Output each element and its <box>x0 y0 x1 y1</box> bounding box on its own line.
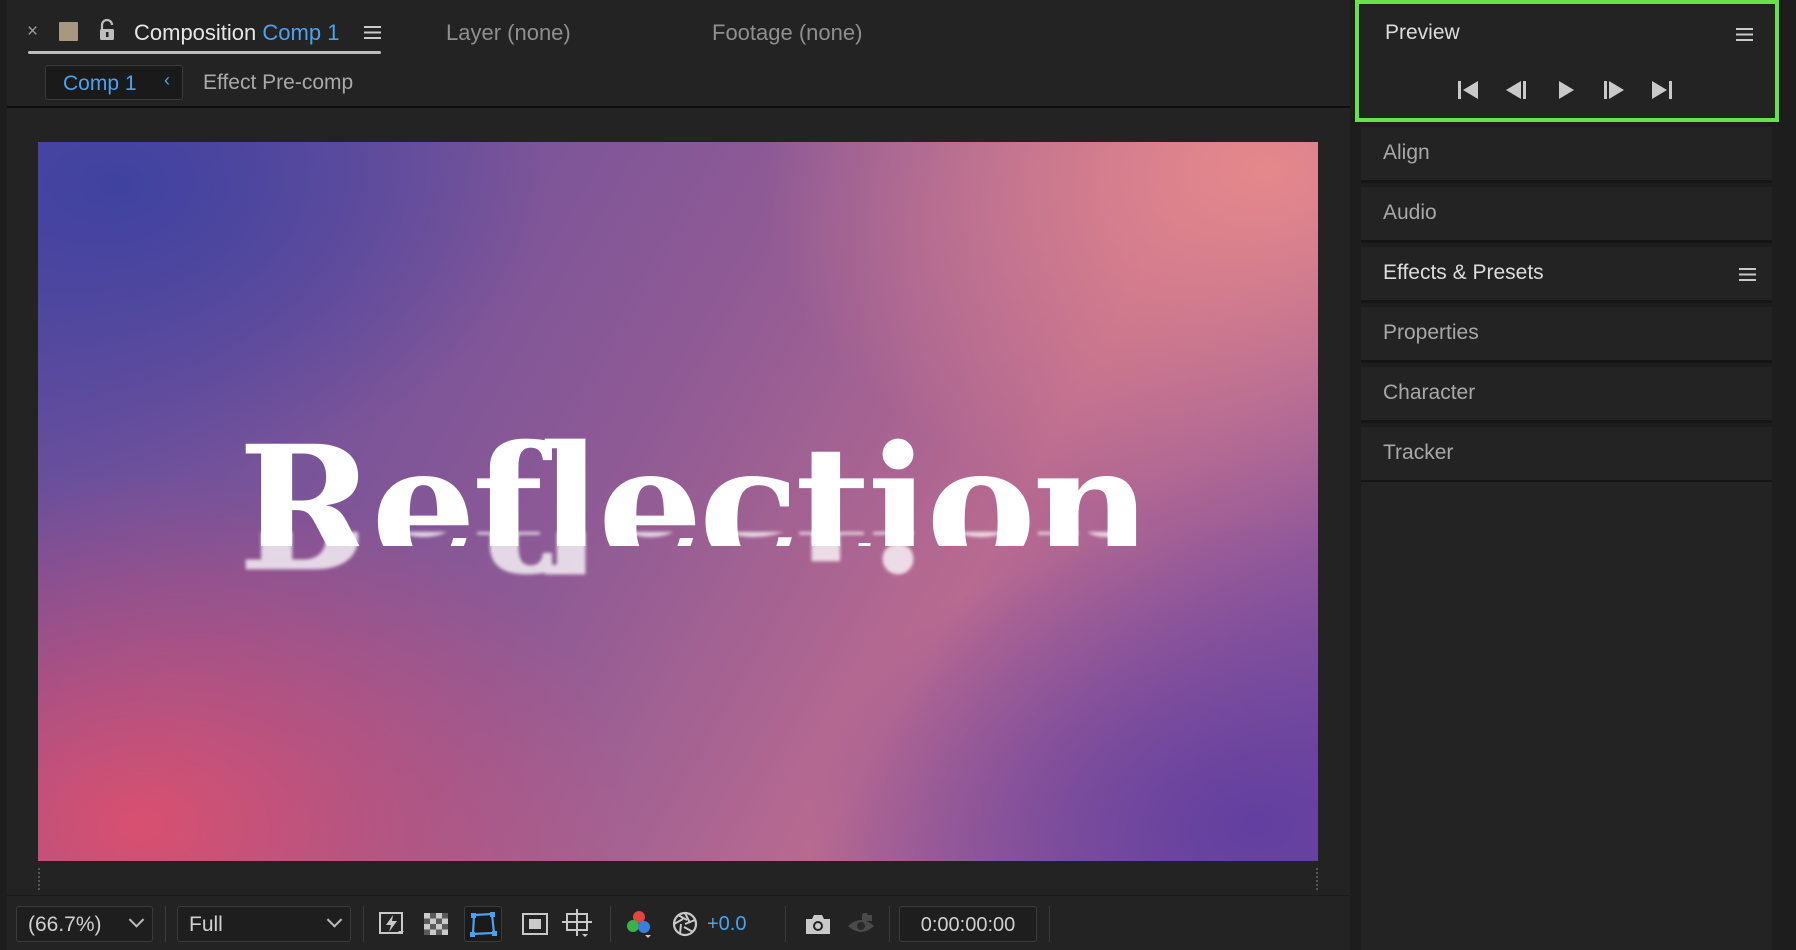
reflection-text: Reflection <box>238 532 1148 592</box>
canvas-title-text: Reflection <box>38 406 1318 547</box>
panel-menu-icon[interactable] <box>364 25 381 40</box>
first-frame-icon[interactable] <box>1455 77 1481 103</box>
transparency-grid-icon[interactable] <box>421 909 451 939</box>
mask-path-visibility-icon[interactable] <box>464 906 502 942</box>
current-time-display[interactable]: 0:00:00:00 <box>899 906 1037 942</box>
resolution-value: Full <box>189 913 223 936</box>
toolbar-divider <box>889 906 890 942</box>
audio-panel-title: Audio <box>1383 201 1437 224</box>
snapshot-camera-icon[interactable] <box>803 909 833 939</box>
fast-previews-icon[interactable] <box>377 909 407 939</box>
empty-panel-area <box>1361 482 1772 950</box>
align-panel[interactable]: Align <box>1361 127 1772 183</box>
toolbar-divider <box>610 906 611 942</box>
panel-tab-bar: × Composition Comp 1 Layer (none) Footag… <box>7 0 1350 62</box>
chevron-left-icon[interactable]: ‹ <box>164 70 170 91</box>
region-of-interest-icon[interactable] <box>520 909 550 939</box>
show-snapshot-icon[interactable] <box>846 909 876 939</box>
close-tab-button[interactable]: × <box>27 22 38 42</box>
comp-color-swatch[interactable] <box>59 22 78 41</box>
properties-panel[interactable]: Properties <box>1361 307 1772 363</box>
effects-presets-panel-title: Effects & Presets <box>1383 261 1544 284</box>
align-panel-title: Align <box>1383 141 1430 164</box>
toolbar-divider <box>1049 906 1050 942</box>
reset-exposure-icon[interactable] <box>670 909 700 939</box>
breadcrumb-next-comp[interactable]: Effect Pre-comp <box>203 71 353 95</box>
viewer-toolbar: (66.7%) Full +0.0 0:00:00:00 <box>7 895 1350 950</box>
title-text: Reflection <box>238 409 1152 547</box>
exposure-value[interactable]: +0.0 <box>707 913 746 936</box>
channel-icon[interactable] <box>625 909 655 939</box>
tab-footage[interactable]: Footage (none) <box>712 20 862 46</box>
unlock-icon[interactable] <box>97 18 119 42</box>
toolbar-divider <box>165 906 166 942</box>
tracker-panel-title: Tracker <box>1383 441 1454 464</box>
character-panel-title: Character <box>1383 381 1476 404</box>
last-frame-icon[interactable] <box>1649 77 1675 103</box>
resolution-dropdown[interactable]: Full <box>177 906 351 942</box>
composition-panel: × Composition Comp 1 Layer (none) Footag… <box>7 0 1350 950</box>
previous-frame-icon[interactable] <box>1503 77 1529 103</box>
tab-composition-name: Comp 1 <box>262 20 340 45</box>
tracker-panel[interactable]: Tracker <box>1361 427 1772 483</box>
breadcrumb-current-comp[interactable]: Comp 1 <box>45 65 183 100</box>
canvas-reflection: Reflection <box>38 532 1318 592</box>
preview-panel: Preview <box>1355 0 1779 122</box>
zoom-dropdown[interactable]: (66.7%) <box>16 906 153 942</box>
composition-breadcrumb: Comp 1 ‹ Effect Pre-comp <box>7 62 1350 108</box>
tab-composition[interactable]: Composition Comp 1 <box>134 20 339 46</box>
active-tab-underline <box>28 51 381 54</box>
right-panel-column: Preview Align Audio Effects & Presets Pr <box>1355 0 1796 950</box>
panel-menu-icon[interactable] <box>1736 27 1753 42</box>
canvas-resize-handle-left[interactable] <box>38 868 42 890</box>
preview-panel-title[interactable]: Preview <box>1385 21 1460 45</box>
properties-panel-title: Properties <box>1383 321 1479 344</box>
tab-layer[interactable]: Layer (none) <box>446 20 571 46</box>
zoom-value: (66.7%) <box>28 913 102 936</box>
grid-guides-icon[interactable] <box>562 909 592 939</box>
composition-viewer[interactable]: Reflection Reflection <box>7 108 1350 895</box>
canvas-resize-handle-right[interactable] <box>1316 868 1320 890</box>
chevron-down-icon <box>326 912 343 928</box>
next-frame-icon[interactable] <box>1601 77 1627 103</box>
panel-menu-icon[interactable] <box>1739 267 1756 282</box>
audio-panel[interactable]: Audio <box>1361 187 1772 243</box>
play-icon[interactable] <box>1553 77 1579 103</box>
chevron-down-icon <box>128 912 145 928</box>
tab-composition-label: Composition <box>134 20 257 45</box>
toolbar-divider <box>785 906 786 942</box>
character-panel[interactable]: Character <box>1361 367 1772 423</box>
breadcrumb-current-label: Comp 1 <box>63 72 137 95</box>
effects-presets-panel[interactable]: Effects & Presets <box>1361 247 1772 303</box>
timecode-value: 0:00:00:00 <box>920 914 1016 936</box>
toolbar-divider <box>363 906 364 942</box>
composition-canvas[interactable]: Reflection Reflection <box>38 142 1318 861</box>
